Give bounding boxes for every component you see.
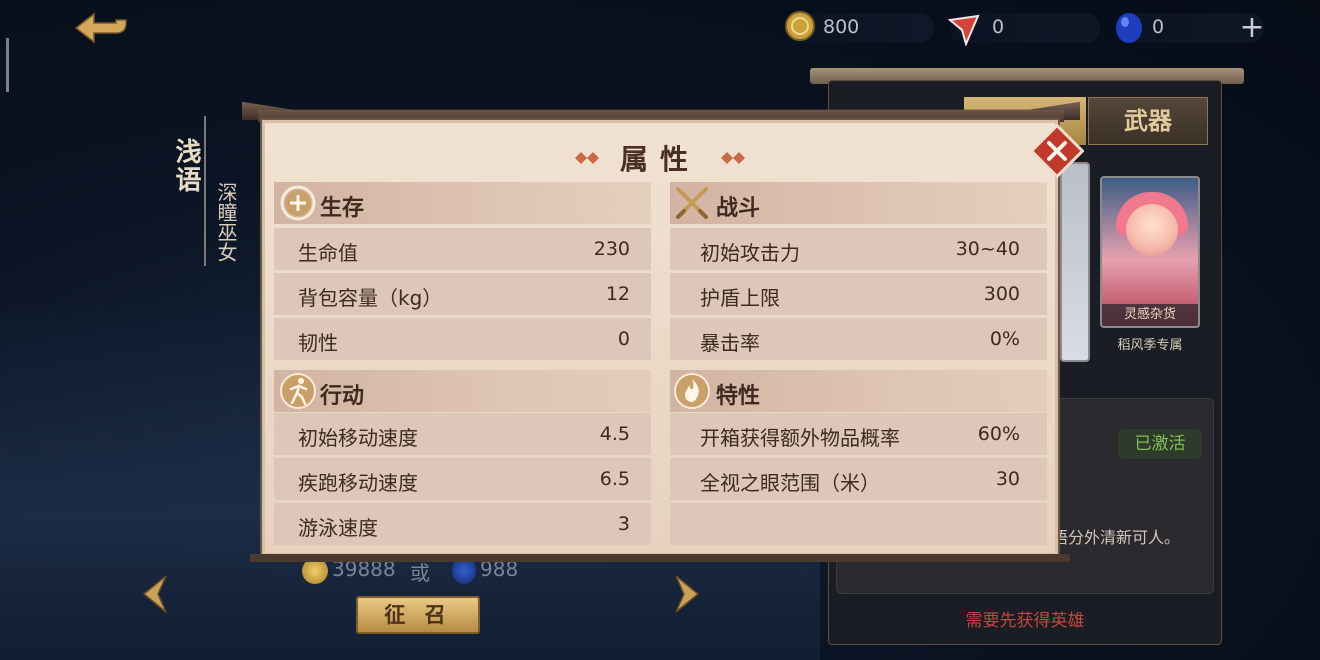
next-hero-arrow-icon[interactable]	[672, 572, 702, 616]
section-title-survival: 生存	[320, 196, 365, 221]
attr-row: 全视之眼范围（米） 30	[670, 458, 1047, 500]
section-title-movement: 行动	[320, 384, 365, 409]
ticket-count: 0	[992, 16, 1005, 38]
summon-button[interactable]: 征 召	[356, 596, 480, 634]
survival-icon	[280, 185, 316, 221]
skin-card-partial[interactable]	[1060, 162, 1090, 362]
gem-icon	[1116, 13, 1142, 43]
ticket-icon	[947, 14, 980, 46]
attr-value: 0%	[989, 328, 1020, 350]
attr-value: 12	[605, 283, 630, 305]
attr-label: 初始移动速度	[298, 426, 418, 450]
attr-value: 3	[617, 513, 630, 535]
attr-row: 开箱获得额外物品概率 60%	[670, 413, 1047, 455]
attr-label: 疾跑移动速度	[298, 471, 418, 495]
attr-value: 6.5	[599, 468, 630, 490]
attr-value: 230	[593, 238, 630, 260]
back-arrow-icon[interactable]	[72, 8, 132, 48]
hero-title: 深瞳巫女	[214, 182, 238, 262]
attr-label: 护盾上限	[700, 286, 780, 310]
attr-value: 4.5	[599, 423, 630, 445]
attr-label: 游泳速度	[298, 516, 378, 540]
attr-row: 暴击率 0%	[670, 318, 1047, 360]
requirement-text: 需要先获得英雄	[965, 611, 1085, 631]
attr-row-empty	[670, 503, 1047, 545]
attr-label: 初始攻击力	[700, 241, 800, 265]
activated-badge: 已激活	[1118, 429, 1202, 459]
add-currency-button[interactable]: +	[1238, 13, 1266, 43]
attr-value: 0	[617, 328, 630, 350]
attr-row: 游泳速度 3	[274, 503, 651, 545]
title-ornament-right-icon	[721, 152, 745, 164]
skin-description: 语分外清新可人。	[1052, 528, 1181, 547]
attr-row: 护盾上限 300	[670, 273, 1047, 315]
attr-row: 背包容量（kg） 12	[274, 273, 651, 315]
attr-row: 初始攻击力 30~40	[670, 228, 1047, 270]
running-icon	[280, 373, 316, 409]
skin-card-label: 灵感杂货	[1102, 304, 1198, 326]
close-icon[interactable]	[1030, 124, 1084, 178]
skin-card[interactable]: 灵感杂货	[1100, 176, 1200, 328]
attr-row: 疾跑移动速度 6.5	[274, 458, 651, 500]
attr-label: 背包容量（kg）	[298, 286, 443, 310]
side-handle[interactable]	[6, 38, 9, 92]
attr-value: 30~40	[955, 238, 1020, 260]
attr-value: 30	[995, 468, 1020, 490]
attr-row: 初始移动速度 4.5	[274, 413, 651, 455]
attr-label: 全视之眼范围（米）	[700, 471, 880, 495]
attr-value: 300	[983, 283, 1020, 305]
attr-value: 60%	[977, 423, 1020, 445]
hero-name: 浅语	[171, 138, 201, 194]
crossed-swords-icon	[676, 187, 708, 219]
flame-icon	[674, 373, 710, 409]
attr-label: 暴击率	[700, 331, 760, 355]
modal-title: 属性	[619, 143, 700, 176]
card-portrait-face	[1126, 204, 1178, 256]
attr-row: 生命值 230	[274, 228, 651, 270]
prev-hero-arrow-icon[interactable]	[140, 572, 170, 616]
skin-card-caption: 稻风季专属	[1117, 338, 1183, 353]
section-title-traits: 特性	[716, 384, 761, 409]
attr-row: 韧性 0	[274, 318, 651, 360]
attr-label: 生命值	[298, 241, 358, 265]
attr-label: 开箱获得额外物品概率	[700, 426, 900, 450]
hero-title-divider	[204, 116, 206, 266]
tab-weapon[interactable]: 武器	[1088, 97, 1208, 145]
section-title-combat: 战斗	[716, 196, 761, 221]
modal-bottom-beam	[250, 554, 1070, 562]
gem-count: 0	[1152, 16, 1165, 38]
coin-count: 800	[823, 16, 860, 38]
attr-label: 韧性	[298, 331, 338, 355]
coin-icon	[785, 11, 815, 41]
